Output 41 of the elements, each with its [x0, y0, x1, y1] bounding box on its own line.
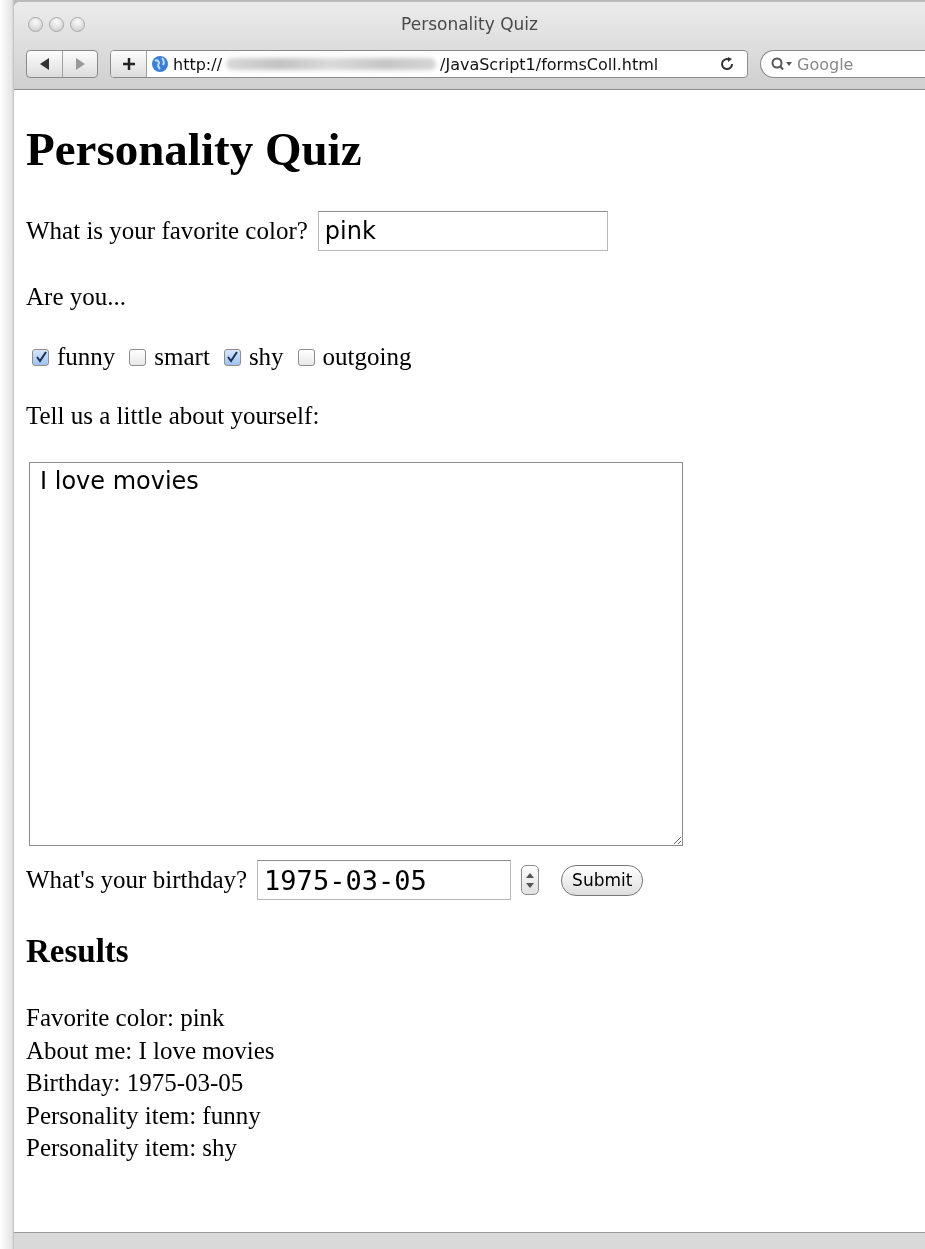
checkmark-icon — [226, 351, 239, 363]
checkbox-label: outgoing — [322, 342, 412, 372]
search-field[interactable]: Google — [760, 50, 925, 78]
url-text: http:// — [173, 54, 222, 74]
checkmark-icon — [34, 351, 47, 363]
checkbox[interactable] — [129, 348, 147, 366]
address-field[interactable]: http:// /JavaScript1/formsColl.html — [110, 50, 748, 78]
result-line: Favorite color: pink — [26, 1004, 225, 1031]
field-label: What's your birthday? — [26, 865, 248, 895]
checkbox-label: smart — [154, 342, 210, 372]
submit-button[interactable]: Submit — [561, 864, 644, 896]
result-line: Personality item: shy — [26, 1134, 238, 1161]
field-label: What is your favorite color? — [26, 216, 308, 246]
color-input-field[interactable]: pink — [317, 211, 608, 251]
window-title: Personality Quiz — [400, 14, 539, 34]
checkbox[interactable] — [32, 348, 49, 366]
section-heading: Results — [26, 932, 130, 971]
about-text-area[interactable]: I love movies — [29, 462, 683, 846]
checkbox[interactable] — [223, 348, 241, 366]
checkbox-label: funny — [57, 342, 116, 372]
result-line: About me: I love movies — [26, 1036, 275, 1064]
checkbox-label: shy — [248, 342, 284, 372]
page-heading: Personality Quiz — [26, 122, 363, 177]
result-line: Birthday: 1975-03-05 — [26, 1069, 244, 1096]
field-label: Tell us a little about yourself: — [26, 401, 321, 431]
up-triangle-icon — [526, 872, 535, 878]
plus-icon — [121, 57, 136, 71]
date-input-field[interactable]: 1975-03-05 — [257, 860, 512, 900]
url-text: /JavaScript1/formsColl.html — [440, 54, 659, 74]
globe-icon — [151, 55, 169, 73]
reload-icon[interactable] — [719, 56, 735, 72]
question-text: Are you... — [26, 282, 127, 312]
left-triangle-icon — [39, 58, 50, 70]
right-triangle-icon — [75, 58, 85, 70]
stepper-control[interactable] — [521, 865, 540, 895]
search-placeholder: Google — [797, 54, 854, 74]
search-icon — [771, 57, 793, 71]
down-triangle-icon — [526, 882, 535, 888]
checkbox[interactable] — [297, 348, 315, 366]
add-bookmark-button[interactable] — [111, 51, 147, 77]
result-line: Personality item: funny — [26, 1101, 261, 1129]
